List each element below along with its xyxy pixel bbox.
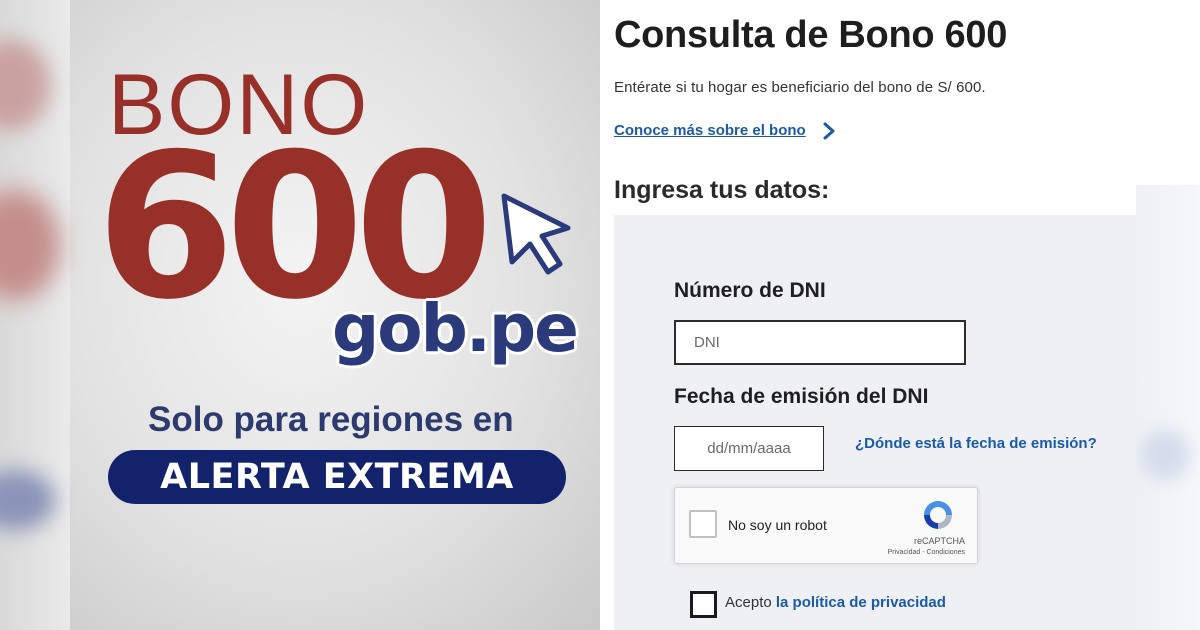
banner-gobpe-logo: gob.pe (332, 290, 579, 367)
recaptcha-label: No soy un robot (728, 517, 827, 533)
fecha-emision-help-link[interactable]: ¿Dónde está la fecha de emisión? (855, 435, 1097, 452)
banner-alert-pill: ALERTA EXTREMA (108, 450, 566, 504)
recaptcha-widget: No soy un robot reCAPTCHA Privacidad - C… (674, 487, 978, 564)
banner-regions-text: Solo para regiones en (148, 400, 514, 439)
privacy-policy-link[interactable]: la política de privacidad (776, 594, 946, 611)
section-title: Ingresa tus datos: (614, 176, 830, 204)
bono-banner: BONO 600 gob.pe Solo para regiones en AL… (0, 0, 600, 630)
recaptcha-checkbox[interactable] (689, 510, 717, 538)
privacy-checkbox[interactable] (690, 591, 717, 618)
cursor-arrow-icon (501, 193, 571, 275)
fecha-emision-input[interactable] (674, 426, 824, 471)
privacy-label: Acepto la política de privacidad (725, 594, 946, 611)
banner-alert-text: ALERTA EXTREMA (160, 457, 514, 497)
dni-label: Número de DNI (674, 279, 826, 302)
dni-input[interactable] (674, 320, 966, 365)
recaptcha-links[interactable]: Privacidad - Condiciones (888, 549, 965, 556)
recaptcha-brand: reCAPTCHA (913, 536, 965, 546)
fecha-emision-label: Fecha de emisión del DNI (674, 385, 929, 408)
consulta-form-page: Consulta de Bono 600 Entérate si tu hoga… (600, 0, 1200, 630)
recaptcha-logo-icon (924, 501, 952, 529)
chevron-right-icon[interactable] (822, 122, 836, 140)
page-edge-blur (1136, 185, 1200, 630)
page-edge-blob (1140, 430, 1190, 480)
privacy-prefix: Acepto (725, 594, 772, 611)
form-panel (614, 215, 1136, 630)
page-title: Consulta de Bono 600 (614, 14, 1008, 56)
more-info-link[interactable]: Conoce más sobre el bono (614, 122, 806, 139)
page-subtitle: Entérate si tu hogar es beneficiario del… (614, 79, 986, 96)
